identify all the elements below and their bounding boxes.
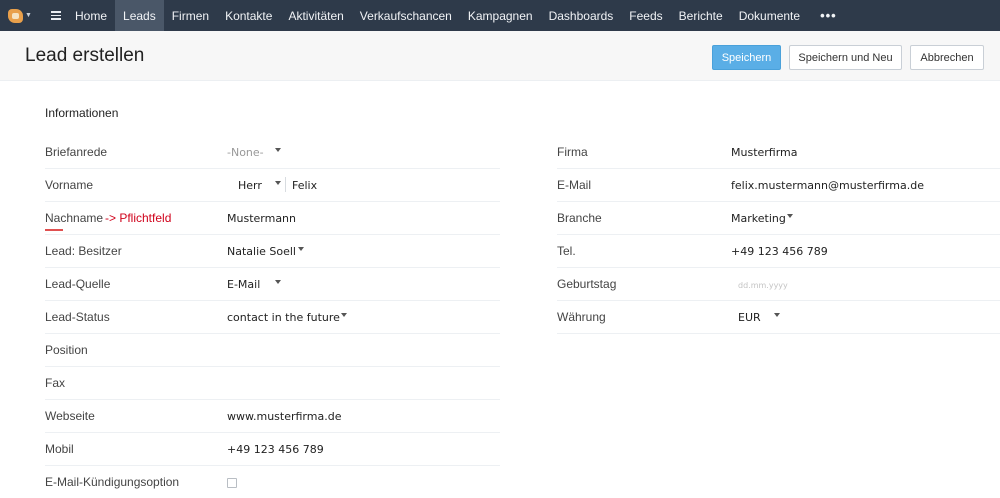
field-label: Lead-Quelle: [45, 277, 111, 291]
nav-item-leads[interactable]: Leads: [115, 0, 164, 31]
owner-select[interactable]: Natalie Soell: [227, 245, 296, 258]
field-label: Mobil: [45, 442, 74, 456]
field-row-position: Position: [45, 334, 500, 367]
phone-input[interactable]: +49 123 456 789: [731, 245, 828, 258]
field-row-firstname: Vorname Herr Felix: [45, 169, 500, 202]
nav-item-verkaufschancen[interactable]: Verkaufschancen: [352, 0, 460, 31]
page-title: Lead erstellen: [25, 45, 145, 66]
field-row-website: Webseite www.musterfirma.de: [45, 400, 500, 433]
field-row-currency: Währung EUR: [557, 301, 1000, 334]
field-row-company: Firma Musterfirma: [557, 136, 1000, 169]
field-row-salutation: Briefanrede -None-: [45, 136, 500, 169]
field-label: E-Mail: [557, 178, 592, 192]
nav-item-dashboards[interactable]: Dashboards: [541, 0, 622, 31]
field-label: Position: [45, 343, 88, 357]
chevron-down-icon[interactable]: [275, 181, 281, 185]
nav-item-dokumente[interactable]: Dokumente: [731, 0, 808, 31]
field-row-lead-status: Lead-Status contact in the future: [45, 301, 500, 334]
email-optout-checkbox[interactable]: [227, 478, 237, 488]
chevron-down-icon: ▼: [25, 12, 32, 19]
industry-select[interactable]: Marketing: [731, 212, 786, 225]
currency-select[interactable]: EUR: [738, 311, 761, 324]
field-label: Währung: [557, 310, 606, 324]
nav-item-aktivitaeten[interactable]: Aktivitäten: [280, 0, 351, 31]
field-label: Lead: Besitzer: [45, 244, 122, 258]
top-navigation: ▼ Home Leads Firmen Kontakte Aktivitäten…: [0, 0, 1000, 31]
field-label: Firma: [557, 145, 588, 159]
lead-status-select[interactable]: contact in the future: [227, 311, 340, 324]
lead-source-select[interactable]: E-Mail: [227, 278, 260, 291]
birthday-input[interactable]: dd.mm.yyyy: [738, 281, 788, 290]
chevron-down-icon[interactable]: [275, 148, 281, 152]
required-annotation: -> Pflichtfeld: [105, 211, 172, 225]
chevron-down-icon[interactable]: [787, 214, 793, 218]
salutation-prefix-select[interactable]: Herr: [238, 179, 262, 192]
field-label: Briefanrede: [45, 145, 108, 159]
nav-item-kampagnen[interactable]: Kampagnen: [460, 0, 541, 31]
field-label: Fax: [45, 376, 66, 390]
nav-item-kontakte[interactable]: Kontakte: [217, 0, 280, 31]
firstname-input[interactable]: Felix: [292, 179, 317, 192]
website-input[interactable]: www.musterfirma.de: [227, 410, 341, 423]
field-row-email-optout: E-Mail-Kündigungsoption: [45, 466, 500, 498]
chevron-down-icon[interactable]: [298, 247, 304, 251]
app-logo-icon: [8, 8, 24, 23]
field-label: Webseite: [45, 409, 95, 423]
nav-item-home[interactable]: Home: [67, 0, 115, 31]
lastname-input[interactable]: Mustermann: [227, 212, 296, 225]
hamburger-menu-icon[interactable]: [45, 0, 67, 31]
field-label: Tel.: [557, 244, 576, 258]
field-label: Lead-Status: [45, 310, 110, 324]
field-row-fax: Fax: [45, 367, 500, 400]
page-header: Lead erstellen Speichern Speichern und N…: [0, 31, 1000, 81]
app-logo-menu[interactable]: ▼: [0, 0, 40, 31]
field-row-email: E-Mail felix.mustermann@musterfirma.de: [557, 169, 1000, 202]
chevron-down-icon[interactable]: [341, 313, 347, 317]
cancel-button[interactable]: Abbrechen: [910, 45, 984, 70]
email-input[interactable]: felix.mustermann@musterfirma.de: [731, 179, 924, 192]
field-row-lead-source: Lead-Quelle E-Mail: [45, 268, 500, 301]
field-label: Vorname: [45, 178, 94, 192]
save-button[interactable]: Speichern: [712, 45, 781, 70]
chevron-down-icon[interactable]: [774, 313, 780, 317]
field-label: Nachname: [45, 211, 104, 225]
field-row-industry: Branche Marketing: [557, 202, 1000, 235]
field-row-lastname: Nachname -> Pflichtfeld Mustermann: [45, 202, 500, 235]
field-row-owner: Lead: Besitzer Natalie Soell: [45, 235, 500, 268]
nav-item-firmen[interactable]: Firmen: [164, 0, 217, 31]
field-label: Geburtstag: [557, 277, 617, 291]
company-input[interactable]: Musterfirma: [731, 146, 798, 159]
field-label: Branche: [557, 211, 602, 225]
more-icon[interactable]: •••: [808, 0, 849, 31]
nav-item-berichte[interactable]: Berichte: [671, 0, 731, 31]
salutation-select[interactable]: -None-: [227, 146, 264, 159]
section-title: Informationen: [45, 106, 119, 120]
required-indicator: [45, 229, 63, 231]
field-row-phone: Tel. +49 123 456 789: [557, 235, 1000, 268]
field-label: E-Mail-Kündigungsoption: [45, 475, 180, 489]
nav-item-feeds[interactable]: Feeds: [621, 0, 670, 31]
field-row-mobile: Mobil +49 123 456 789: [45, 433, 500, 466]
field-divider: [285, 177, 286, 192]
save-and-new-button[interactable]: Speichern und Neu: [789, 45, 902, 70]
chevron-down-icon[interactable]: [275, 280, 281, 284]
field-row-birthday: Geburtstag dd.mm.yyyy: [557, 268, 1000, 301]
mobile-input[interactable]: +49 123 456 789: [227, 443, 324, 456]
